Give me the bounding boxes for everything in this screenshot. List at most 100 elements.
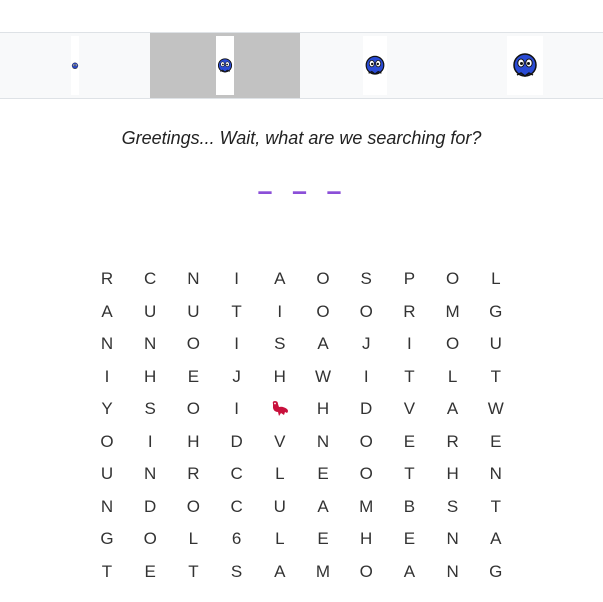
grid-cell[interactable]: O (344, 426, 388, 458)
grid-cell[interactable]: H (344, 523, 388, 555)
grid-cell[interactable]: E (474, 426, 518, 458)
grid-cell[interactable]: G (474, 556, 518, 588)
grid-cell[interactable]: I (387, 328, 431, 360)
grid-cell[interactable]: N (85, 328, 129, 360)
grid-cell[interactable]: N (431, 523, 475, 555)
grid-cell[interactable]: A (301, 328, 345, 360)
grid-cell[interactable]: T (215, 296, 259, 328)
grid-cell[interactable]: U (171, 296, 215, 328)
grid-cell[interactable]: H (301, 393, 345, 425)
grid-cell[interactable]: T (474, 361, 518, 393)
grid-cell[interactable]: S (128, 393, 172, 425)
grid-cell[interactable]: G (474, 296, 518, 328)
grid-cell[interactable]: O (128, 523, 172, 555)
grid-cell[interactable]: U (85, 458, 129, 490)
grid-cell[interactable]: O (301, 263, 345, 295)
grid-cell-marker[interactable] (258, 393, 302, 425)
grid-cell[interactable]: R (85, 263, 129, 295)
grid-cell[interactable]: O (344, 296, 388, 328)
grid-cell[interactable]: E (387, 426, 431, 458)
grid-cell[interactable]: R (387, 296, 431, 328)
grid-cell[interactable]: E (387, 523, 431, 555)
grid-cell[interactable]: C (215, 491, 259, 523)
grid-cell[interactable]: I (344, 361, 388, 393)
grid-cell[interactable]: U (128, 296, 172, 328)
grid-cell[interactable]: 6 (215, 523, 259, 555)
grid-cell[interactable]: I (128, 426, 172, 458)
grid-cell[interactable]: L (258, 458, 302, 490)
grid-cell[interactable]: M (344, 491, 388, 523)
grid-cell[interactable]: H (431, 458, 475, 490)
grid-cell[interactable]: W (301, 361, 345, 393)
grid-cell[interactable]: T (387, 458, 431, 490)
grid-cell[interactable]: D (215, 426, 259, 458)
grid-cell[interactable]: L (474, 263, 518, 295)
grid-cell[interactable]: O (301, 296, 345, 328)
grid-cell[interactable]: N (431, 556, 475, 588)
grid-cell[interactable]: J (344, 328, 388, 360)
grid-cell[interactable]: C (215, 458, 259, 490)
grid-cell[interactable]: E (301, 458, 345, 490)
grid-cell[interactable]: Y (85, 393, 129, 425)
grid-cell[interactable]: M (431, 296, 475, 328)
grid-cell[interactable]: W (474, 393, 518, 425)
grid-cell[interactable]: U (258, 491, 302, 523)
grid-cell[interactable]: P (387, 263, 431, 295)
grid-cell[interactable]: B (387, 491, 431, 523)
grid-cell[interactable]: O (171, 393, 215, 425)
grid-cell[interactable]: O (171, 328, 215, 360)
grid-cell[interactable]: J (215, 361, 259, 393)
grid-cell[interactable]: E (128, 556, 172, 588)
grid-cell[interactable]: S (431, 491, 475, 523)
grid-cell[interactable]: I (215, 263, 259, 295)
grid-cell[interactable]: O (431, 328, 475, 360)
grid-cell[interactable]: I (85, 361, 129, 393)
grid-cell[interactable]: A (258, 556, 302, 588)
grid-cell[interactable]: O (171, 491, 215, 523)
grid-cell[interactable]: O (85, 426, 129, 458)
grid-cell[interactable]: V (258, 426, 302, 458)
grid-cell[interactable]: S (215, 556, 259, 588)
grid-cell[interactable]: C (128, 263, 172, 295)
grid-cell[interactable]: I (215, 393, 259, 425)
grid-cell[interactable]: D (344, 393, 388, 425)
grid-cell[interactable]: L (258, 523, 302, 555)
grid-cell[interactable]: T (85, 556, 129, 588)
grid-cell[interactable]: R (171, 458, 215, 490)
grid-cell[interactable]: S (344, 263, 388, 295)
grid-cell[interactable]: A (258, 263, 302, 295)
grid-cell[interactable]: E (171, 361, 215, 393)
grid-cell[interactable]: N (128, 328, 172, 360)
grid-cell[interactable]: M (301, 556, 345, 588)
grid-cell[interactable]: I (215, 328, 259, 360)
grid-cell[interactable]: E (301, 523, 345, 555)
grid-cell[interactable]: G (85, 523, 129, 555)
grid-cell[interactable]: S (258, 328, 302, 360)
grid-cell[interactable]: U (474, 328, 518, 360)
grid-cell[interactable]: T (171, 556, 215, 588)
grid-cell[interactable]: L (171, 523, 215, 555)
tab-character-3[interactable] (300, 33, 450, 98)
grid-cell[interactable]: O (344, 458, 388, 490)
tab-character-2[interactable] (150, 33, 300, 98)
grid-cell[interactable]: N (128, 458, 172, 490)
grid-cell[interactable]: A (85, 296, 129, 328)
grid-cell[interactable]: L (431, 361, 475, 393)
grid-cell[interactable]: D (128, 491, 172, 523)
grid-cell[interactable]: A (301, 491, 345, 523)
grid-cell[interactable]: N (474, 458, 518, 490)
grid-cell[interactable]: A (387, 556, 431, 588)
tab-character-4[interactable] (450, 33, 600, 98)
grid-cell[interactable]: I (258, 296, 302, 328)
grid-cell[interactable]: R (431, 426, 475, 458)
grid-cell[interactable]: T (387, 361, 431, 393)
tab-character-1[interactable] (0, 33, 150, 98)
grid-cell[interactable]: A (431, 393, 475, 425)
grid-cell[interactable]: H (128, 361, 172, 393)
grid-cell[interactable]: T (474, 491, 518, 523)
grid-cell[interactable]: V (387, 393, 431, 425)
grid-cell[interactable]: N (171, 263, 215, 295)
grid-cell[interactable]: O (431, 263, 475, 295)
grid-cell[interactable]: N (301, 426, 345, 458)
grid-cell[interactable]: O (344, 556, 388, 588)
